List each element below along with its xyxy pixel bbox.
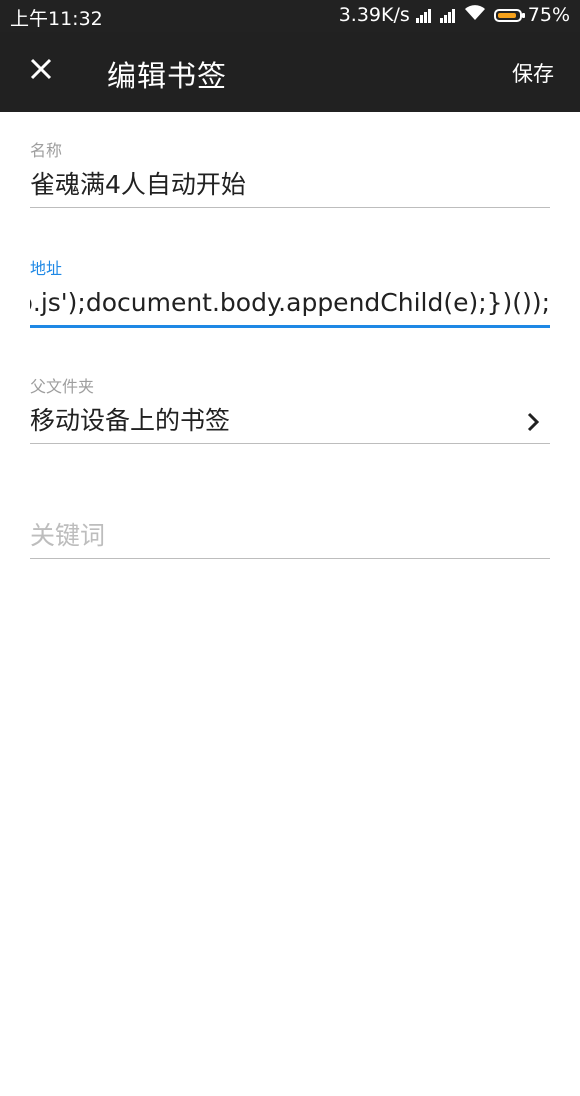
name-underline <box>30 207 550 208</box>
name-label: 名称 <box>30 141 63 160</box>
name-field[interactable]: 名称 雀魂满4人自动开始 <box>30 137 550 208</box>
url-input[interactable]: oop.js');document.body.appendChild(e);})… <box>30 285 550 321</box>
url-underline <box>30 325 550 328</box>
name-input[interactable]: 雀魂满4人自动开始 <box>30 167 550 203</box>
signal-icon <box>415 7 434 23</box>
keywords-field[interactable]: 关键词 <box>30 518 550 559</box>
parent-folder-label: 父文件夹 <box>30 377 95 396</box>
keywords-input[interactable]: 关键词 <box>30 518 550 554</box>
parent-folder-underline <box>30 443 550 444</box>
url-field[interactable]: 地址 oop.js');document.body.appendChild(e)… <box>30 255 550 328</box>
parent-folder-value[interactable]: 移动设备上的书签 <box>30 403 550 439</box>
battery-percent: 75% <box>527 4 570 26</box>
status-bar: 上午11:32 3.39K/s 75% <box>0 0 580 32</box>
network-speed: 3.39K/s <box>338 4 410 26</box>
save-button[interactable]: 保存 <box>512 58 554 88</box>
battery-icon <box>493 8 525 22</box>
status-icons: 3.39K/s 75% <box>339 4 570 26</box>
signal-icon-2 <box>439 7 458 23</box>
app-toolbar: 编辑书签 保存 <box>0 32 580 112</box>
page-title: 编辑书签 <box>107 59 228 93</box>
url-text: oop.js');document.body.appendChild(e);})… <box>30 288 550 317</box>
keywords-underline <box>30 558 550 559</box>
url-label: 地址 <box>30 259 63 278</box>
parent-folder-field[interactable]: 父文件夹 移动设备上的书签 <box>30 373 550 444</box>
status-time: 上午11:32 <box>10 8 103 30</box>
chevron-right-icon[interactable] <box>526 411 540 433</box>
close-icon[interactable] <box>26 54 56 84</box>
wifi-icon <box>464 4 486 26</box>
